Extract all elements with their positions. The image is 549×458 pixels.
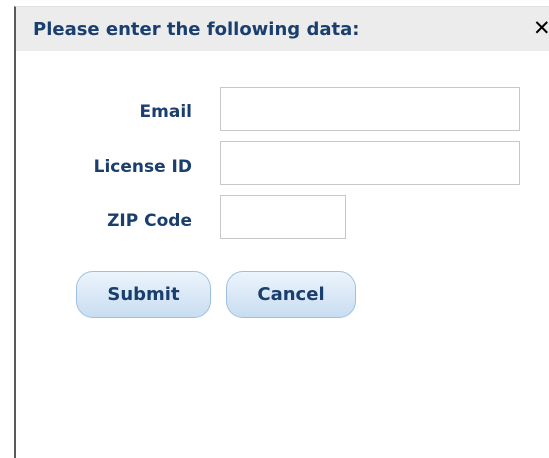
- close-icon[interactable]: ✕: [533, 18, 549, 39]
- dialog-title: Please enter the following data:: [33, 19, 360, 40]
- email-field[interactable]: [220, 87, 520, 131]
- license-id-label: License ID: [93, 157, 192, 177]
- email-label: Email: [139, 102, 192, 122]
- dialog-titlebar: Please enter the following data: ✕: [16, 7, 549, 51]
- submit-button[interactable]: Submit: [76, 271, 211, 318]
- data-entry-dialog: Please enter the following data: ✕ Email…: [14, 6, 549, 458]
- license-id-field[interactable]: [220, 141, 520, 185]
- zip-code-field[interactable]: [220, 195, 346, 239]
- cancel-button[interactable]: Cancel: [226, 271, 356, 318]
- zip-code-label: ZIP Code: [107, 211, 192, 231]
